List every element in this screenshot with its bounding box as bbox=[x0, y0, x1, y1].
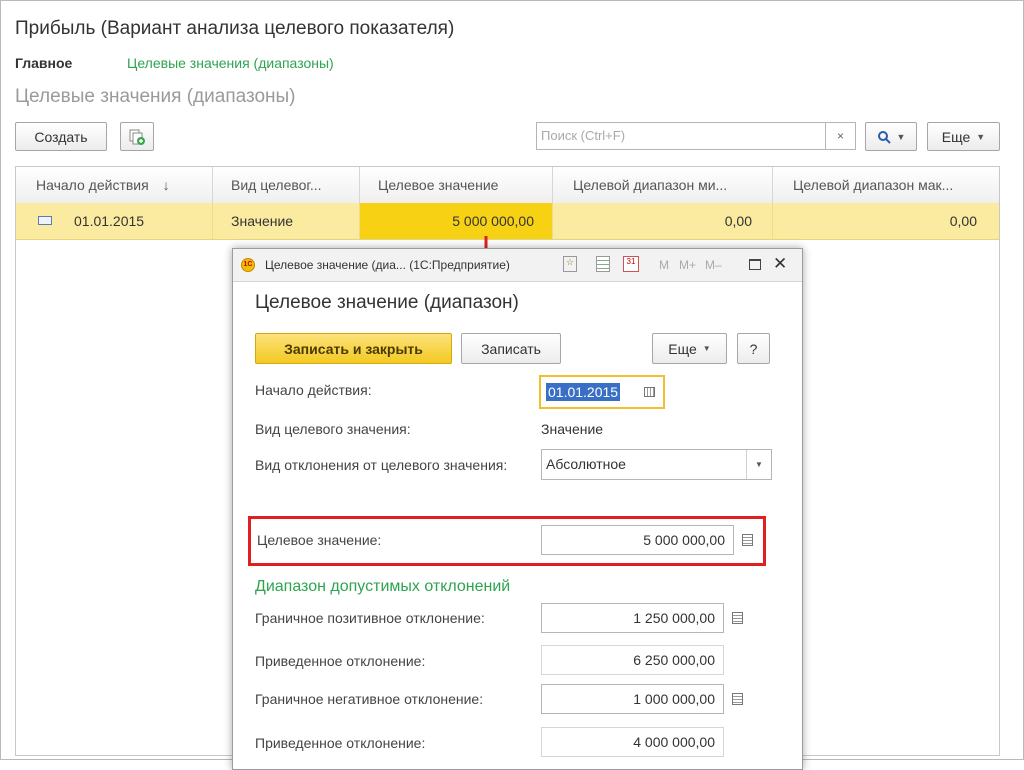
cell-date: 01.01.2015 bbox=[74, 213, 145, 229]
save-button[interactable]: Записать bbox=[461, 333, 561, 364]
save-and-close-button[interactable]: Записать и закрыть bbox=[255, 333, 452, 364]
cell-start: 01.01.2015 bbox=[16, 203, 213, 239]
search-clear-button[interactable]: × bbox=[826, 122, 856, 150]
cell-max: 0,00 bbox=[949, 213, 977, 229]
column-header-label: Начало действия bbox=[36, 177, 149, 193]
kind-value: Значение bbox=[541, 421, 604, 437]
dialog-more-label: Еще bbox=[668, 340, 697, 357]
reduced-deviation-field: 6 250 000,00 bbox=[541, 645, 724, 675]
report-icon[interactable] bbox=[596, 256, 610, 272]
nav-link-target-values[interactable]: Целевые значения (диапазоны) bbox=[127, 55, 334, 71]
dialog-heading: Целевое значение (диапазон) bbox=[255, 292, 519, 313]
favorite-icon[interactable]: ☆ bbox=[563, 256, 577, 272]
memory-button[interactable]: M bbox=[659, 258, 669, 272]
chevron-down-icon: ▼ bbox=[976, 131, 986, 142]
target-value-field[interactable]: 5 000 000,00 bbox=[541, 525, 734, 555]
calculator-button[interactable] bbox=[736, 527, 758, 553]
positive-deviation-label: Граничное позитивное отклонение: bbox=[255, 610, 485, 626]
nav-main[interactable]: Главное bbox=[15, 55, 72, 71]
search-input[interactable]: Поиск (Ctrl+F) bbox=[536, 122, 826, 150]
reduced-deviation-label-2: Приведенное отклонение: bbox=[255, 735, 426, 751]
close-icon[interactable]: ✕ bbox=[773, 254, 787, 274]
calculator-icon bbox=[731, 612, 743, 624]
column-header-min[interactable]: Целевой диапазон ми... bbox=[553, 167, 773, 203]
page-title: Прибыль (Вариант анализа целевого показа… bbox=[15, 18, 455, 39]
dialog-more-button[interactable]: Еще ▼ bbox=[652, 333, 727, 364]
search-options-button[interactable]: ▼ bbox=[865, 122, 917, 151]
copy-icon bbox=[129, 129, 145, 145]
calculator-button[interactable] bbox=[726, 686, 748, 712]
memory-plus-button[interactable]: M+ bbox=[679, 258, 696, 272]
kind-label: Вид целевого значения: bbox=[255, 421, 411, 437]
search-icon bbox=[877, 130, 891, 144]
dialog-window-title: Целевое значение (диа... (1С:Предприятие… bbox=[265, 258, 510, 272]
deviation-kind-label: Вид отклонения от целевого значения: bbox=[255, 457, 508, 473]
calendar-icon[interactable] bbox=[644, 387, 655, 397]
cell-type: Значение bbox=[213, 203, 360, 239]
positive-deviation-field[interactable]: 1 250 000,00 bbox=[541, 603, 724, 633]
start-date-field[interactable]: 01.01.2015 bbox=[539, 375, 665, 409]
reduced-deviation-label: Приведенное отклонение: bbox=[255, 653, 426, 669]
target-value-dialog: 1С Целевое значение (диа... (1С:Предприя… bbox=[232, 248, 803, 770]
reduced-deviation-field-2: 4 000 000,00 bbox=[541, 727, 724, 757]
memory-minus-button[interactable]: M– bbox=[705, 258, 722, 272]
chevron-down-icon: ▼ bbox=[702, 344, 711, 353]
cell-min: 0,00 bbox=[553, 203, 773, 239]
cell-target: 5 000 000,00 bbox=[360, 203, 553, 239]
help-button[interactable]: ? bbox=[737, 333, 770, 364]
record-icon bbox=[38, 216, 52, 225]
deviation-kind-value: Абсолютное bbox=[546, 456, 626, 472]
range-heading: Диапазон допустимых отклонений bbox=[255, 578, 511, 595]
more-button[interactable]: Еще ▼ bbox=[927, 122, 1000, 151]
maximize-icon[interactable] bbox=[749, 259, 761, 270]
table-row[interactable]: 01.01.2015 Значение 5 000 000,00 0,00 0,… bbox=[16, 203, 999, 240]
dialog-titlebar: 1С Целевое значение (диа... (1С:Предприя… bbox=[233, 249, 802, 282]
deviation-kind-select[interactable]: Абсолютное ▼ bbox=[541, 449, 772, 480]
sort-indicator: ↓ bbox=[162, 177, 170, 193]
calendar-icon[interactable]: 31 bbox=[623, 256, 639, 272]
start-date-value: 01.01.2015 bbox=[546, 383, 621, 401]
target-value-label: Целевое значение: bbox=[257, 532, 382, 548]
chevron-down-icon: ▼ bbox=[896, 131, 906, 142]
app-logo-icon: 1С bbox=[241, 258, 255, 272]
calculator-button[interactable] bbox=[726, 605, 748, 631]
create-button[interactable]: Создать bbox=[15, 122, 107, 151]
copy-button[interactable] bbox=[120, 122, 154, 151]
more-label: Еще bbox=[941, 128, 971, 145]
start-date-label: Начало действия: bbox=[255, 382, 372, 398]
column-header-type[interactable]: Вид целевог... bbox=[213, 167, 360, 203]
negative-deviation-field[interactable]: 1 000 000,00 bbox=[541, 684, 724, 714]
calculator-icon bbox=[731, 693, 743, 705]
table-header: Начало действия ↓ Вид целевог... Целевое… bbox=[16, 167, 999, 204]
section-title: Целевые значения (диапазоны) bbox=[15, 86, 296, 107]
negative-deviation-label: Граничное негативное отклонение: bbox=[255, 691, 484, 707]
column-header-target[interactable]: Целевое значение bbox=[360, 167, 553, 203]
calculator-icon bbox=[741, 534, 753, 546]
column-header-max[interactable]: Целевой диапазон мак... bbox=[773, 167, 999, 203]
column-header-start[interactable]: Начало действия ↓ bbox=[16, 167, 213, 203]
chevron-down-icon[interactable]: ▼ bbox=[746, 450, 771, 479]
